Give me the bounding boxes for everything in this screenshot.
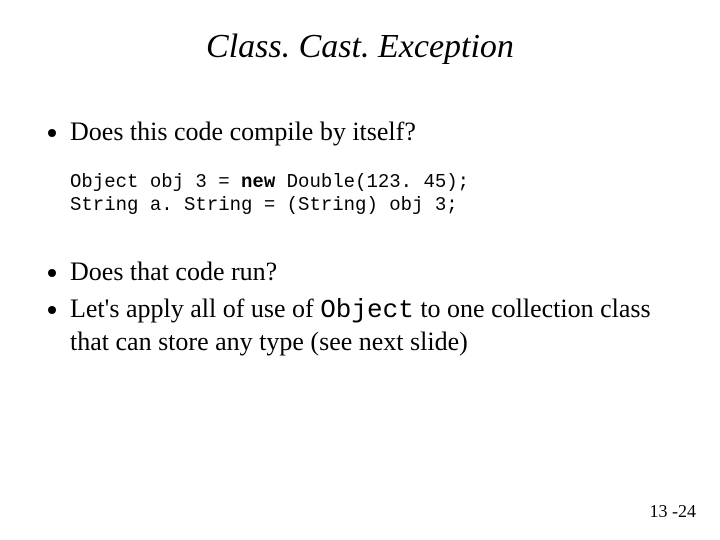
bullet-apply-pre: Let's apply all of use of: [70, 294, 320, 323]
code-block: Object obj 3 = new Double(123. 45); Stri…: [70, 171, 680, 219]
inline-object: Object: [320, 295, 414, 325]
bullet-run: Does that code run?: [70, 256, 680, 289]
bullet-compile: Does this code compile by itself?: [70, 116, 680, 149]
slide: Class. Cast. Exception Does this code co…: [0, 0, 720, 540]
slide-title: Class. Cast. Exception: [40, 28, 680, 66]
bullet-apply: Let's apply all of use of Object to one …: [70, 293, 680, 359]
code-keyword-new: new: [241, 171, 275, 193]
bullet-list-2: Does that code run? Let's apply all of u…: [40, 256, 680, 359]
code-line-1a: Object obj 3 =: [70, 171, 241, 193]
code-line-2: String a. String = (String) obj 3;: [70, 194, 458, 216]
bullet-list-1: Does this code compile by itself?: [40, 116, 680, 149]
page-number: 13 -24: [650, 501, 697, 522]
code-line-1b: Double(123. 45);: [275, 171, 469, 193]
